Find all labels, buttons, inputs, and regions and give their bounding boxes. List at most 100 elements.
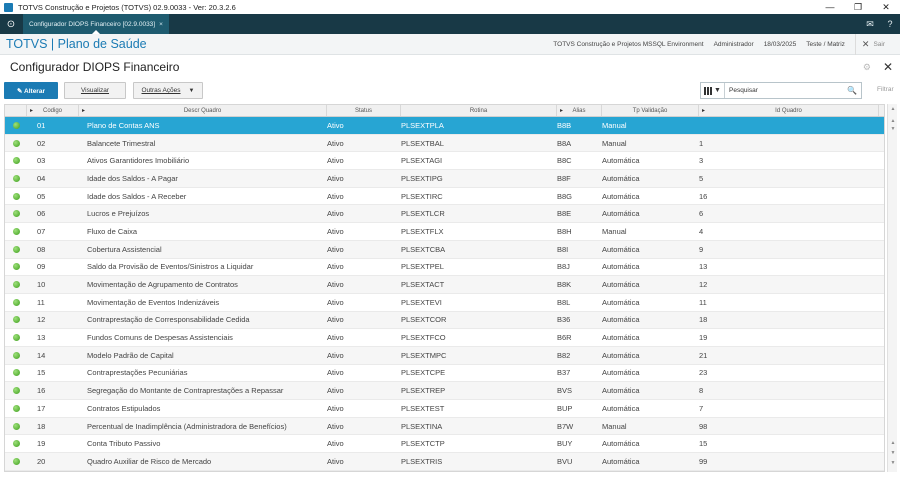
table-row[interactable]: 12 Contraprestação de Corresponsabilidade… bbox=[5, 311, 884, 330]
close-window-button[interactable]: ✕ bbox=[872, 2, 900, 13]
cell-alias: B37 bbox=[557, 368, 571, 378]
scroll-up-icon[interactable]: ▲ bbox=[888, 106, 898, 112]
table-row[interactable]: 02 Balancete Trimestral Ativo PLSEXTBAL B8A M… bbox=[5, 134, 884, 153]
cell-codigo: 11 bbox=[37, 297, 45, 307]
table-row[interactable]: 18 Percentual de Inadimplência (Administr… bbox=[5, 417, 884, 436]
tab-configurador-diops[interactable]: Configurador DIOPS Financeiro [02.9.0033… bbox=[23, 14, 169, 34]
cell-alias: B8C bbox=[557, 156, 572, 166]
status-cell bbox=[5, 316, 27, 324]
gear-icon[interactable]: ⚙ bbox=[863, 62, 871, 73]
table-row[interactable]: 10 Movimentação de Agrupamento de Contrat… bbox=[5, 276, 884, 294]
header-status[interactable]: Status bbox=[327, 105, 401, 116]
table-row[interactable]: 05 Idade dos Saldos - A Receber Ativo PLSEX… bbox=[5, 188, 884, 206]
table-row[interactable]: 17 Contratos Estipulados Ativo PLSEXTEST BUP… bbox=[5, 400, 884, 418]
cell-tp: Manual bbox=[602, 421, 627, 431]
status-cell bbox=[5, 369, 27, 377]
search-field-selector[interactable]: ▼ bbox=[701, 83, 725, 98]
tab-close-icon[interactable]: × bbox=[159, 21, 163, 28]
scroll-down-icon[interactable]: ▼ bbox=[888, 460, 898, 466]
cell-id: 16 bbox=[699, 191, 708, 201]
cell-tp: Automática bbox=[602, 350, 640, 360]
cell-descr: Balancete Trimestral bbox=[87, 138, 156, 148]
search-icon[interactable]: 🔍 bbox=[847, 86, 857, 95]
tab-bar: ⊙ Configurador DIOPS Financeiro [02.9.00… bbox=[0, 14, 900, 34]
status-active-icon bbox=[12, 387, 20, 395]
status-cell bbox=[5, 351, 27, 359]
window-controls: — ❐ ✕ bbox=[816, 2, 900, 13]
cell-rotina: PLSEXTIRC bbox=[401, 191, 443, 201]
status-cell bbox=[5, 121, 27, 129]
minimize-button[interactable]: — bbox=[816, 2, 844, 13]
cell-codigo: 05 bbox=[37, 191, 46, 201]
cell-codigo: 16 bbox=[37, 386, 46, 396]
exit-label: Sair bbox=[873, 40, 885, 48]
cell-id: 98 bbox=[699, 421, 708, 431]
status-cell bbox=[5, 263, 27, 271]
header-alias[interactable]: Alias bbox=[557, 105, 602, 116]
help-icon[interactable]: ? bbox=[880, 19, 900, 29]
status-active-icon bbox=[12, 422, 20, 430]
tab-label: Configurador DIOPS Financeiro [02.9.0033… bbox=[29, 20, 156, 28]
table-row[interactable]: 14 Modelo Padrão de Capital Ativo PLSEXTMPC… bbox=[5, 346, 884, 365]
table-row[interactable]: 09 Saldo da Provisão de Eventos/Sinistros… bbox=[5, 259, 884, 277]
table-row[interactable]: 06 Lucros e Prejuízos Ativo PLSEXTLCR B8E Aut… bbox=[5, 205, 884, 224]
status-active-icon bbox=[12, 139, 20, 147]
table-row[interactable]: 20 Quadro Auxiliar de Risco de Mercado Ati… bbox=[5, 453, 884, 471]
cell-descr: Contraprestações Pecuniárias bbox=[87, 368, 188, 378]
table-row[interactable]: 04 Idade dos Saldos - A Pagar Ativo PLSEXTI… bbox=[5, 170, 884, 188]
status-cell bbox=[5, 192, 27, 200]
exit-button[interactable]: ✕ Sair bbox=[854, 33, 895, 55]
table-row[interactable]: 19 Conta Tributo Passivo Ativo PLSEXTCTP BUY… bbox=[5, 435, 884, 454]
status-cell bbox=[5, 422, 27, 430]
scroll-page-up-icon[interactable]: ▲ bbox=[888, 440, 898, 446]
cell-id: 6 bbox=[699, 209, 704, 219]
search-input[interactable] bbox=[729, 87, 847, 94]
window-titlebar: TOTVS Construção e Projetos (TOTVS) 02.9… bbox=[0, 0, 900, 14]
maximize-button[interactable]: ❐ bbox=[844, 2, 872, 13]
table-scrollbar[interactable]: ▲ ▲ ▼ ▲ ▼ ▼ bbox=[887, 104, 897, 472]
header-tp-validacao[interactable]: Tp Validação bbox=[602, 105, 699, 116]
table-row[interactable]: 13 Fundos Comuns de Despesas Assistenciai… bbox=[5, 329, 884, 347]
cell-codigo: 08 bbox=[37, 244, 46, 254]
cell-descr: Contraprestação de Corresponsabilidade C… bbox=[87, 315, 250, 325]
cell-tp: Automática bbox=[602, 439, 640, 449]
table-row[interactable]: 07 Fluxo de Caixa Ativo PLSEXTFLX B8H Manual 4 bbox=[5, 223, 884, 241]
status-cell bbox=[5, 298, 27, 306]
outras-acoes-label: Outras Ações bbox=[141, 87, 181, 94]
cell-alias: BVS bbox=[557, 386, 573, 396]
mail-icon[interactable]: ✉ bbox=[860, 19, 880, 30]
status-cell bbox=[5, 281, 27, 289]
scroll-bottom-icon[interactable]: ▼ bbox=[888, 450, 898, 456]
filtrar-link[interactable]: Filtrar bbox=[877, 86, 894, 93]
cell-codigo: 02 bbox=[37, 138, 46, 148]
header-codigo[interactable]: Codigo bbox=[27, 105, 79, 116]
cell-descr: Ativos Garantidores Imobiliário bbox=[87, 156, 190, 166]
header-descr-quadro[interactable]: Descr Quadro bbox=[79, 105, 327, 116]
outras-acoes-button[interactable]: Outras Ações ▼ bbox=[133, 82, 203, 99]
visualizar-button[interactable]: Visualizar bbox=[64, 82, 126, 99]
table-row[interactable]: 08 Cobertura Assistencial Ativo PLSEXTCBA B8… bbox=[5, 240, 884, 259]
header-rotina[interactable]: Rotina bbox=[401, 105, 557, 116]
table-row[interactable]: 15 Contraprestações Pecuniárias Ativo PLSEX… bbox=[5, 365, 884, 383]
cell-codigo: 15 bbox=[37, 368, 46, 378]
table-row[interactable]: 11 Movimentação de Eventos Indenizáveis At… bbox=[5, 294, 884, 312]
cell-alias: B8F bbox=[557, 173, 571, 183]
home-icon[interactable]: ⊙ bbox=[3, 16, 19, 32]
alterar-button[interactable]: ✎ Alterar bbox=[4, 82, 58, 99]
cell-codigo: 13 bbox=[37, 333, 46, 343]
scroll-top-icon[interactable]: ▲ bbox=[888, 118, 898, 124]
table-row[interactable]: 01 Plano de Contas ANS Ativo PLSEXTPLA B8B Ma… bbox=[5, 117, 884, 135]
scroll-page-down-icon[interactable]: ▼ bbox=[888, 126, 898, 132]
cell-descr: Lucros e Prejuízos bbox=[87, 209, 150, 219]
session-info: TOTVS Construção e Projetos MSSQL Enviro… bbox=[553, 33, 900, 55]
status-cell bbox=[5, 334, 27, 342]
close-page-icon[interactable]: ✕ bbox=[883, 60, 893, 74]
table-row[interactable]: 03 Ativos Garantidores Imobiliário Ativo PL… bbox=[5, 152, 884, 171]
cell-alias: B36 bbox=[557, 315, 571, 325]
cell-descr: Contratos Estipulados bbox=[87, 403, 161, 413]
cell-rotina: PLSEXTINA bbox=[401, 421, 443, 431]
cell-rotina: PLSEXTEST bbox=[401, 403, 445, 413]
table-row[interactable]: 16 Segregação do Montante de Contrapresta… bbox=[5, 382, 884, 400]
header-id-quadro[interactable]: Id Quadro bbox=[699, 105, 879, 116]
cell-status: Ativo bbox=[327, 209, 344, 219]
